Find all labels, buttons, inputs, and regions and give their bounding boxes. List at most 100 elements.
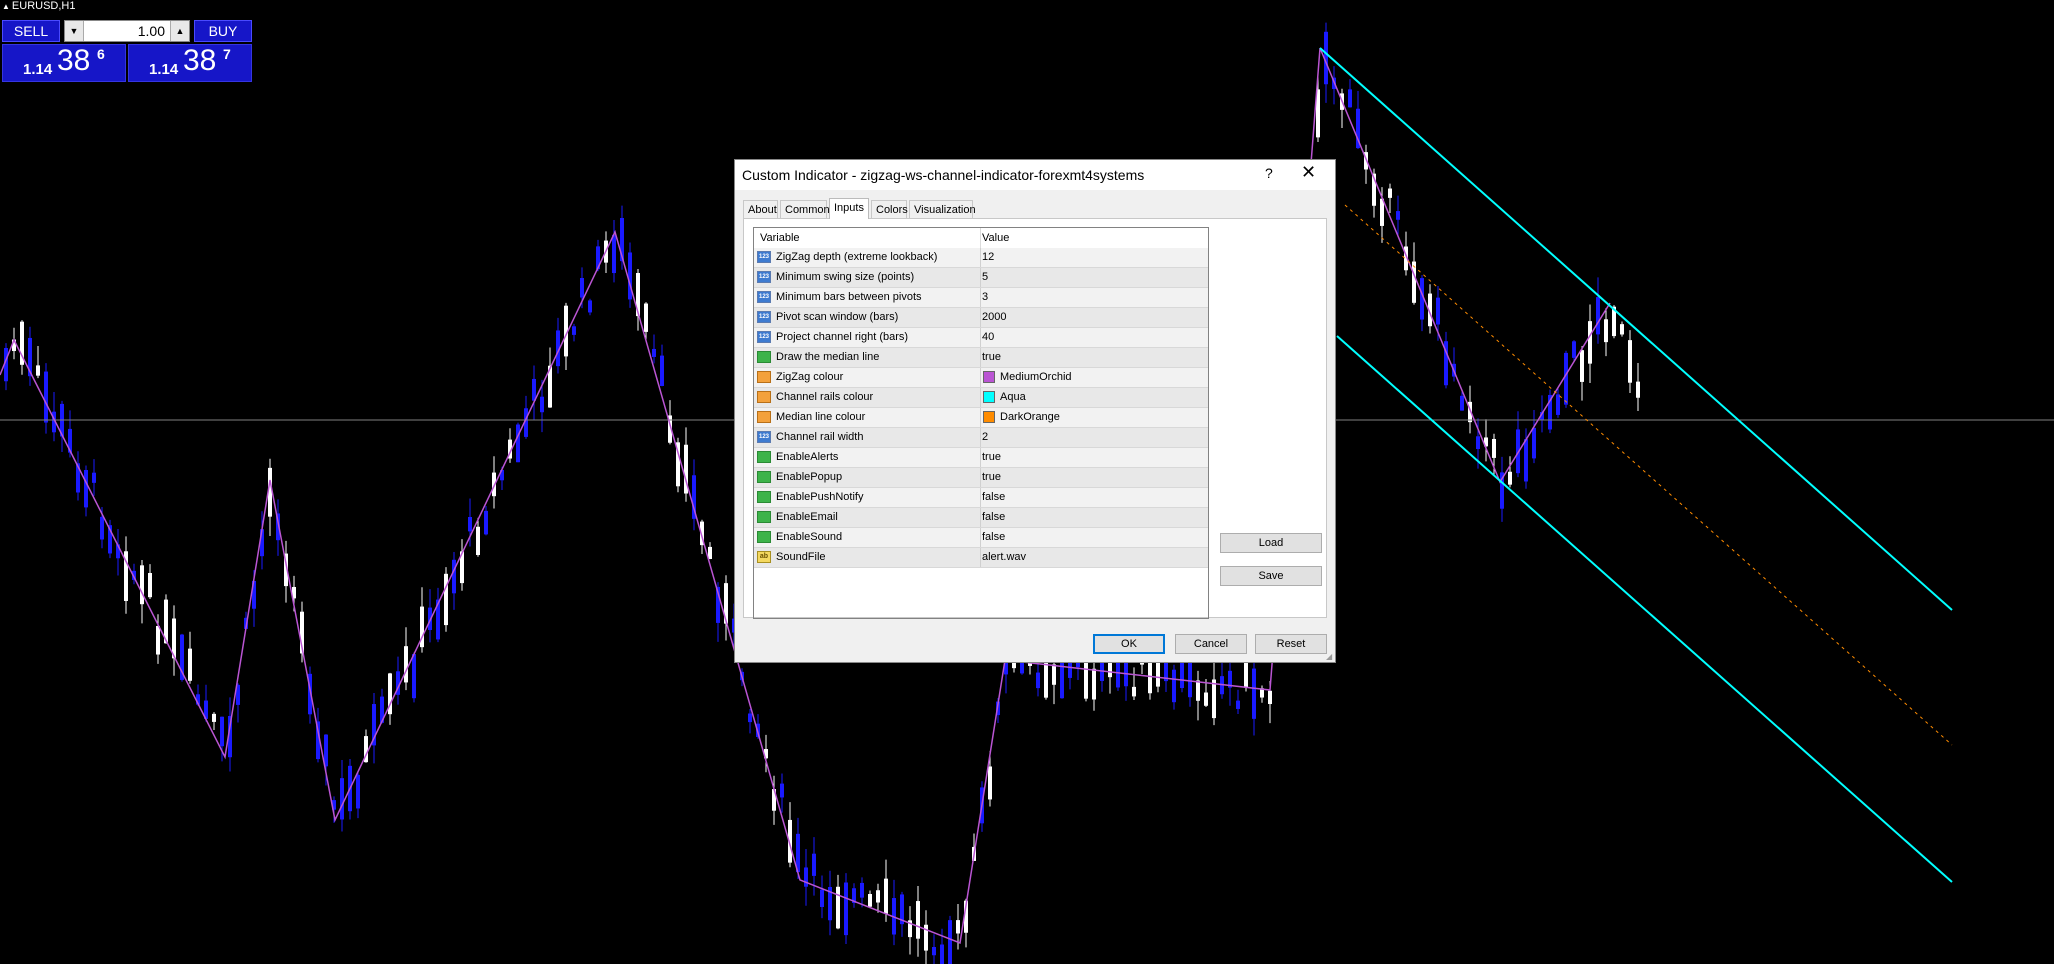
candle-body xyxy=(1580,350,1584,382)
variable-value[interactable]: true xyxy=(982,351,1001,363)
candle-body xyxy=(1396,211,1400,220)
column-divider[interactable] xyxy=(980,228,981,248)
column-header-variable[interactable]: Variable xyxy=(760,232,800,244)
cancel-button[interactable]: Cancel xyxy=(1175,634,1247,654)
variable-value[interactable]: alert.wav xyxy=(982,551,1026,563)
variable-value[interactable]: Aqua xyxy=(1000,391,1026,403)
table-row[interactable]: 123 Channel rail width 2 xyxy=(754,428,1208,448)
ask-price[interactable]: 1.14 38 7 xyxy=(128,44,252,82)
table-row[interactable]: 123 ZigZag depth (extreme lookback) 12 xyxy=(754,248,1208,268)
int-type-icon: 123 xyxy=(757,431,771,443)
bid-price-pip: 6 xyxy=(97,46,105,62)
tab-about[interactable]: About xyxy=(743,200,778,218)
variable-value[interactable]: false xyxy=(982,531,1005,543)
variable-value[interactable]: MediumOrchid xyxy=(1000,371,1072,383)
tab-common[interactable]: Common xyxy=(780,200,830,218)
buy-button[interactable]: BUY xyxy=(194,20,252,42)
candle-body xyxy=(1564,352,1568,405)
candle-body xyxy=(1092,668,1096,700)
tab-colors[interactable]: Colors xyxy=(871,200,908,218)
table-row[interactable]: 123 Minimum swing size (points) 5 xyxy=(754,268,1208,288)
table-row[interactable]: EnablePushNotify false xyxy=(754,488,1208,508)
tab-visualization[interactable]: Visualization xyxy=(909,200,976,218)
table-row[interactable]: Channel rails colour Aqua xyxy=(754,388,1208,408)
table-row[interactable]: Median line colour DarkOrange xyxy=(754,408,1208,428)
bid-price[interactable]: 1.14 38 6 xyxy=(2,44,126,82)
ask-price-pip: 7 xyxy=(223,46,231,62)
variable-value[interactable]: 12 xyxy=(982,251,994,263)
variable-name: Pivot scan window (bars) xyxy=(776,311,899,323)
candle-body xyxy=(1348,89,1352,108)
ok-button[interactable]: OK xyxy=(1093,634,1165,654)
table-row[interactable]: 123 Minimum bars between pivots 3 xyxy=(754,288,1208,308)
variable-value[interactable]: DarkOrange xyxy=(1000,411,1060,423)
volume-down-icon[interactable]: ▼ xyxy=(65,21,84,41)
help-button[interactable]: ? xyxy=(1265,165,1273,181)
load-button[interactable]: Load xyxy=(1220,533,1322,553)
candle-body xyxy=(1388,188,1392,198)
variable-value[interactable]: 2 xyxy=(982,431,988,443)
variable-value[interactable]: true xyxy=(982,451,1001,463)
volume-value[interactable]: 1.00 xyxy=(138,23,165,39)
tab-inputs[interactable]: Inputs xyxy=(829,198,869,219)
variable-value[interactable]: false xyxy=(982,491,1005,503)
candle-body xyxy=(780,783,784,798)
variable-name: Project channel right (bars) xyxy=(776,331,909,343)
sell-button[interactable]: SELL xyxy=(2,20,60,42)
variable-value[interactable]: false xyxy=(982,511,1005,523)
volume-up-icon[interactable]: ▲ xyxy=(170,21,189,41)
candle-body xyxy=(628,252,632,300)
chart-symbol: ▲ EURUSD,H1 xyxy=(2,0,76,12)
resize-grip-icon[interactable]: ◢ xyxy=(1326,653,1334,661)
volume-field[interactable]: ▼ 1.00 ▲ xyxy=(64,20,190,42)
table-row[interactable]: 123 Project channel right (bars) 40 xyxy=(754,328,1208,348)
dialog-title: Custom Indicator - zigzag-ws-channel-ind… xyxy=(742,167,1145,183)
color-swatch[interactable] xyxy=(983,411,995,423)
candle-body xyxy=(1476,436,1480,449)
table-row[interactable]: EnablePopup true xyxy=(754,468,1208,488)
candle-body xyxy=(748,713,752,723)
variable-value[interactable]: 40 xyxy=(982,331,994,343)
candle-body xyxy=(844,882,848,936)
candle-body xyxy=(932,947,936,956)
reset-button[interactable]: Reset xyxy=(1255,634,1327,654)
cell-divider xyxy=(980,248,981,267)
cell-divider xyxy=(980,428,981,447)
table-row[interactable]: EnableEmail false xyxy=(754,508,1208,528)
color-type-icon xyxy=(757,371,771,383)
triangle-up-icon: ▲ xyxy=(2,1,10,11)
variable-name: Channel rail width xyxy=(776,431,864,443)
candle-body xyxy=(1436,297,1440,325)
candle-body xyxy=(1572,341,1576,358)
column-header-value[interactable]: Value xyxy=(982,232,1009,244)
table-row[interactable]: 123 Pivot scan window (bars) 2000 xyxy=(754,308,1208,328)
close-icon[interactable]: ✕ xyxy=(1301,162,1316,183)
variable-name: SoundFile xyxy=(776,551,826,563)
save-button[interactable]: Save xyxy=(1220,566,1322,586)
candle-body xyxy=(612,234,616,274)
candle-body xyxy=(804,867,808,887)
cell-divider xyxy=(980,508,981,527)
table-row[interactable]: ZigZag colour MediumOrchid xyxy=(754,368,1208,388)
candle-body xyxy=(1268,690,1272,705)
color-swatch[interactable] xyxy=(983,371,995,383)
candle-body xyxy=(1412,261,1416,303)
variable-name: ZigZag depth (extreme lookback) xyxy=(776,251,938,263)
candle-body xyxy=(1204,692,1208,706)
dialog-titlebar[interactable]: Custom Indicator - zigzag-ws-channel-ind… xyxy=(735,160,1335,190)
candle-body xyxy=(956,920,960,934)
table-row[interactable]: ab SoundFile alert.wav xyxy=(754,548,1208,568)
table-row[interactable]: EnableSound false xyxy=(754,528,1208,548)
variable-value[interactable]: 3 xyxy=(982,291,988,303)
table-row[interactable]: EnableAlerts true xyxy=(754,448,1208,468)
variable-value[interactable]: true xyxy=(982,471,1001,483)
color-swatch[interactable] xyxy=(983,391,995,403)
ask-price-main: 38 xyxy=(183,44,217,77)
table-row[interactable]: Draw the median line true xyxy=(754,348,1208,368)
variable-value[interactable]: 5 xyxy=(982,271,988,283)
variable-name: EnablePushNotify xyxy=(776,491,864,503)
candle-body xyxy=(868,894,872,907)
cell-divider xyxy=(980,468,981,487)
variable-value[interactable]: 2000 xyxy=(982,311,1006,323)
candle-body xyxy=(644,303,648,332)
